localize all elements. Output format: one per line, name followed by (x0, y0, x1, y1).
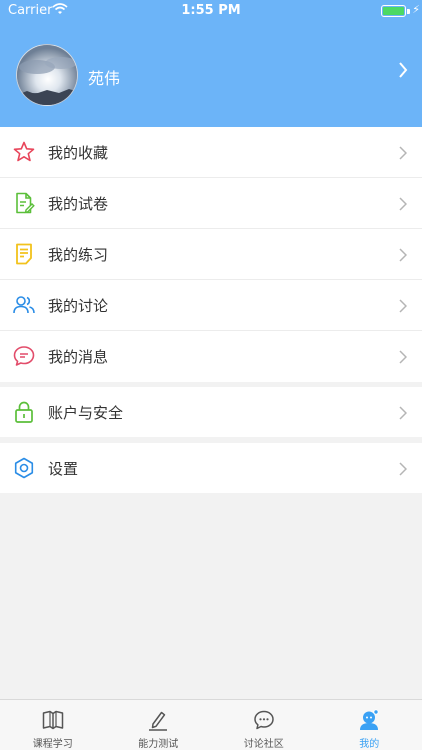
profile-row[interactable]: 苑伟 (0, 42, 422, 110)
menu-item-favorites[interactable]: 我的收藏 (0, 127, 422, 178)
chevron-right-icon (399, 298, 408, 317)
menu-item-exams[interactable]: 我的试卷 (0, 178, 422, 229)
lock-icon (12, 400, 36, 424)
battery-icon (381, 5, 406, 17)
exam-paper-icon (12, 191, 36, 215)
charging-icon: ⚡ (412, 3, 420, 16)
chevron-right-icon (399, 247, 408, 266)
tab-ability-test[interactable]: 能力测试 (106, 700, 212, 750)
book-icon (41, 708, 65, 732)
menu-item-label: 我的收藏 (48, 144, 109, 162)
chevron-right-icon (399, 145, 408, 164)
battery-tip (407, 9, 410, 14)
tab-label: 能力测试 (138, 739, 179, 750)
chevron-right-icon (399, 349, 408, 368)
menu-item-label: 我的讨论 (48, 297, 109, 315)
chevron-right-icon (399, 405, 408, 424)
tab-label: 我的 (359, 739, 380, 750)
users-icon (12, 293, 36, 317)
menu-group-account: 账户与安全 (0, 387, 422, 437)
menu-item-label: 账户与安全 (48, 404, 124, 422)
username: 苑伟 (88, 69, 121, 88)
menu-item-label: 设置 (48, 460, 79, 478)
tab-bar: 课程学习 能力测试 讨论社区 我的 (0, 699, 422, 750)
menu-item-label: 我的练习 (48, 246, 109, 264)
status-bar: Carrier 1:55 PM ⚡ (0, 0, 422, 22)
message-icon (12, 344, 36, 368)
menu-item-messages[interactable]: 我的消息 (0, 331, 422, 382)
chat-bubble-icon (252, 708, 276, 732)
profile-header: Carrier 1:55 PM ⚡ 苑伟 (0, 0, 422, 127)
menu-item-account-security[interactable]: 账户与安全 (0, 387, 422, 437)
clock: 1:55 PM (181, 3, 241, 18)
chevron-right-icon (398, 62, 408, 82)
chevron-right-icon (399, 196, 408, 215)
menu-item-practice[interactable]: 我的练习 (0, 229, 422, 280)
star-icon (12, 140, 36, 164)
pen-icon (146, 708, 170, 732)
tab-label: 讨论社区 (243, 739, 284, 750)
chevron-right-icon (399, 461, 408, 480)
menu-item-settings[interactable]: 设置 (0, 443, 422, 493)
practice-note-icon (12, 242, 36, 266)
menu-item-label: 我的试卷 (48, 195, 109, 213)
menu-group-settings: 设置 (0, 443, 422, 493)
avatar[interactable] (16, 44, 78, 106)
tab-mine[interactable]: 我的 (317, 700, 422, 750)
tab-community[interactable]: 讨论社区 (211, 700, 317, 750)
menu-item-discussions[interactable]: 我的讨论 (0, 280, 422, 331)
tab-label: 课程学习 (32, 739, 73, 750)
gear-icon (12, 456, 36, 480)
profile-icon (357, 708, 381, 732)
menu-item-label: 我的消息 (48, 348, 109, 366)
menu-group-main: 我的收藏 我的试卷 我的练习 我的讨论 我的消息 (0, 127, 422, 382)
tab-courses[interactable]: 课程学习 (0, 700, 106, 750)
